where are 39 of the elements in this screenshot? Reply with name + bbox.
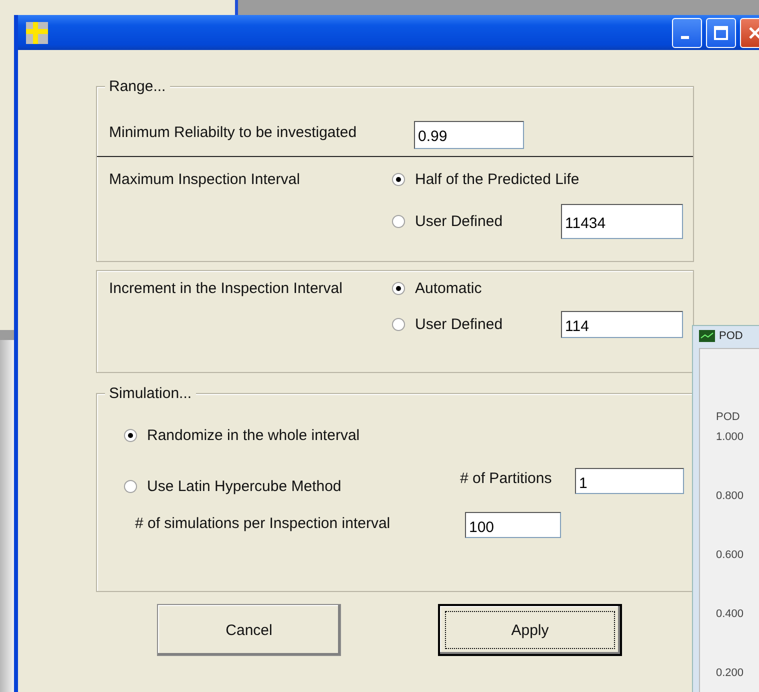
maximize-button[interactable] <box>706 18 736 48</box>
radio-circle[interactable] <box>124 429 137 442</box>
radio-circle[interactable] <box>392 318 405 331</box>
radio-option[interactable]: Use Latin Hypercube Method <box>124 478 460 494</box>
input-field[interactable]: 11434 <box>561 204 683 240</box>
minimize-icon <box>681 36 689 38</box>
axis-label: POD <box>716 411 741 423</box>
field-label: Maximum Inspection Interval <box>109 171 301 188</box>
radio-circle[interactable] <box>124 480 137 492</box>
group-legend: Range... <box>105 78 170 95</box>
input-field[interactable]: 0.99 <box>414 120 524 149</box>
field-label: Minimum Reliabilty to be investigated <box>109 124 358 142</box>
dialog-button[interactable]: Cancel <box>157 604 341 656</box>
radio-option[interactable]: Half of the Predicted Life <box>392 171 683 188</box>
radio-circle[interactable] <box>392 173 405 186</box>
radio-option[interactable]: Randomize in the whole interval <box>124 427 360 444</box>
app-icon <box>26 22 48 44</box>
input-field[interactable]: 1 <box>575 468 684 494</box>
tick-label: 0.800 <box>716 490 745 502</box>
tick-label: 0.200 <box>716 667 745 679</box>
radio-option[interactable]: User Defined <box>392 316 561 333</box>
dialog-button[interactable]: Apply <box>438 604 622 656</box>
maximize-icon <box>713 24 729 40</box>
field-label: # of Partitions <box>460 470 553 486</box>
field-label: # of simulations per Inspection interval <box>135 514 392 532</box>
tick-label: 0.600 <box>716 549 745 561</box>
radio-circle[interactable] <box>392 282 405 295</box>
window-title: POD <box>719 330 743 342</box>
tick-label: 0.400 <box>716 608 745 620</box>
input-field[interactable]: 114 <box>561 311 683 338</box>
close-icon <box>747 24 759 40</box>
radio-circle[interactable] <box>392 215 405 228</box>
tick-label: 1.000 <box>716 431 745 443</box>
chart-icon <box>699 330 715 342</box>
minimize-button[interactable] <box>672 18 702 48</box>
field-label: Increment in the Inspection Interval <box>109 280 344 297</box>
radio-option[interactable]: Automatic <box>392 280 683 297</box>
radio-option[interactable]: User Defined <box>392 213 561 230</box>
input-field[interactable]: 100 <box>465 512 561 538</box>
